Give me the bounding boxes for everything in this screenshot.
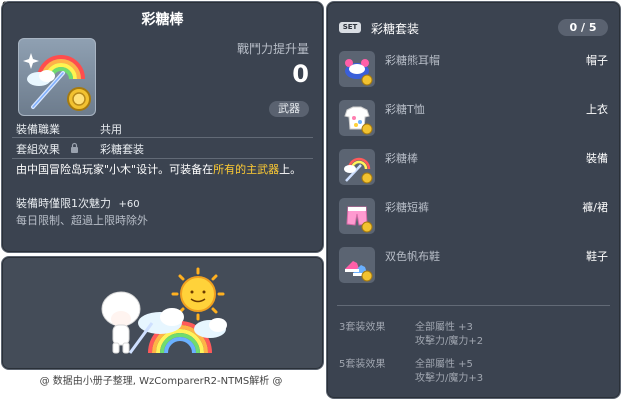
set-label: 套組效果 [16, 143, 60, 156]
desc-highlight: 所有的主武器 [213, 163, 280, 176]
character-preview-image [101, 267, 227, 354]
power-label: 戰鬥力提升量 [236, 42, 309, 56]
set-badge: SET [339, 22, 361, 33]
set-effect-line: 全部屬性 +5 [415, 359, 473, 370]
set-item-name: 彩糖熊耳帽 [385, 54, 440, 67]
set-item-name: 双色帆布鞋 [385, 250, 440, 263]
power-value: 0 [292, 60, 309, 88]
item-tooltip-panel: 彩糖棒 戰鬥力提升量 0 武器 裝備職業 共用 套組效果 彩糖套装 由中国冒险岛… [1, 1, 324, 253]
set-effect-label: 5套装效果 [339, 359, 386, 370]
character-preview-panel [1, 256, 324, 370]
limit-text: 每日限制、超過上限時除外 [16, 214, 148, 227]
set-item-slot: 帽子 [586, 54, 608, 67]
desc-text: 由中国冒险岛玩家"小木"设计。可装备在 [16, 163, 214, 176]
candy-wand-icon [23, 53, 91, 111]
set-item-name: 彩糖T恤 [385, 103, 425, 116]
divider [12, 158, 313, 159]
job-label: 裝備職業 [16, 123, 60, 136]
set-count: 0 / 5 [558, 19, 608, 36]
item-description: 由中国冒险岛玩家"小木"设计。可装备在所有的主武器上。 [16, 162, 318, 178]
bear-hat-icon [339, 51, 375, 87]
set-effect-label: 3套装效果 [339, 322, 386, 333]
candy-wand-icon [339, 149, 375, 185]
set-item: 彩糖短裤 褲/裙 [337, 196, 610, 236]
set-panel: SET 彩糖套装 0 / 5 彩糖熊耳帽 帽子 彩糖T恤 上衣 彩糖棒 裝備 彩… [326, 1, 621, 399]
category-badge: 武器 [269, 101, 309, 117]
bonus-value: +60 [118, 199, 140, 210]
set-effect-line: 攻擊力/魔力+3 [415, 373, 484, 384]
set-value: 彩糖套装 [100, 143, 144, 156]
set-item-name: 彩糖短裤 [385, 201, 429, 214]
set-item-slot: 褲/裙 [582, 201, 608, 214]
bonus-line: 裝備時僅限1次魅力 +60 [16, 195, 140, 211]
desc-text-end: 上。 [279, 163, 302, 176]
shorts-icon [339, 198, 375, 234]
set-item: 双色帆布鞋 鞋子 [337, 245, 610, 285]
footer-credit: @ 数据由小册子整理, WzComparerR2-NTMS解析 @ [39, 376, 283, 387]
item-name: 彩糖棒 [141, 12, 184, 28]
set-item: 彩糖棒 裝備 [337, 147, 610, 187]
set-item-slot: 上衣 [586, 103, 608, 116]
item-icon [18, 38, 96, 116]
job-value: 共用 [100, 123, 122, 136]
tshirt-icon [339, 100, 375, 136]
set-effect-line: 全部屬性 +3 [415, 322, 473, 333]
sneakers-icon [339, 247, 375, 283]
set-item-slot: 裝備 [586, 152, 608, 165]
lock-icon [71, 142, 78, 153]
divider [12, 137, 313, 138]
set-item: 彩糖T恤 上衣 [337, 98, 610, 138]
bonus-label: 裝備時僅限1次魅力 [16, 197, 111, 210]
set-item-slot: 鞋子 [586, 250, 608, 263]
set-item-name: 彩糖棒 [385, 152, 418, 165]
set-effect-line: 攻擊力/魔力+2 [415, 336, 484, 347]
set-title: 彩糖套装 [371, 22, 420, 36]
divider [337, 305, 610, 306]
set-item: 彩糖熊耳帽 帽子 [337, 49, 610, 89]
